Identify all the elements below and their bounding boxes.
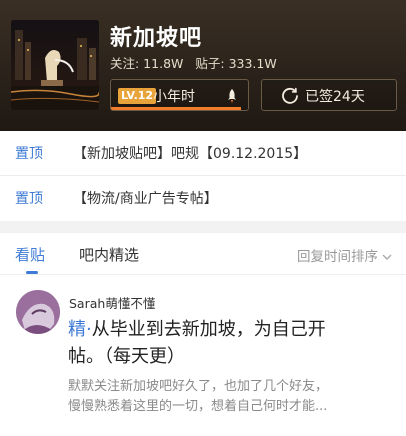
- rocket-icon: [228, 89, 236, 103]
- tab-posts[interactable]: 看贴: [15, 244, 45, 265]
- level-name: 小年时: [153, 89, 195, 105]
- forum-title: 新加坡吧: [110, 26, 203, 51]
- post-excerpt: 默默关注新加坡吧好久了，也加了几个好友， 慢慢熟悉着这里的一切，想着自己何时才能…: [68, 377, 398, 417]
- chevron-down-icon: [382, 254, 392, 260]
- section-gap: [0, 221, 406, 233]
- level-progress-bar: [111, 107, 242, 110]
- pinned-tag: 置顶: [15, 146, 43, 162]
- pinned-title: 【物流/商业广告专帖】: [73, 191, 218, 207]
- refresh-icon: [282, 87, 298, 104]
- tab-active-indicator: [26, 271, 38, 274]
- pinned-title: 【新加坡贴吧】吧规【09.12.2015】: [73, 146, 308, 162]
- featured-badge: 精: [68, 319, 86, 340]
- pinned-tag: 置顶: [15, 191, 43, 207]
- avatar[interactable]: [16, 290, 60, 334]
- followers-count: 关注: 11.8W: [110, 56, 184, 71]
- forum-stats: 关注: 11.8W 贴子: 333.1W: [110, 53, 277, 72]
- post-title[interactable]: 精·从毕业到去新加坡，为自己开 帖。（每天更）: [68, 316, 398, 370]
- sort-dropdown[interactable]: 回复时间排序: [297, 245, 392, 265]
- post-title-line-2: 帖。（每天更）: [68, 346, 185, 367]
- post-excerpt-line-2: 慢慢熟悉着这里的一切，想着自己何时才能...: [68, 399, 328, 414]
- pinned-post-1[interactable]: 置顶 【新加坡贴吧】吧规【09.12.2015】: [0, 131, 406, 174]
- forum-cover-image: [11, 20, 99, 110]
- tab-featured[interactable]: 吧内精选: [79, 244, 139, 265]
- sign-in-button[interactable]: 已签24天: [261, 79, 397, 111]
- posts-count: 贴子: 333.1W: [195, 56, 277, 71]
- pinned-post-2[interactable]: 置顶 【物流/商业广告专帖】: [0, 176, 406, 219]
- level-button[interactable]: LV.12 小年时: [110, 79, 249, 111]
- post-author[interactable]: Sarah萌懂不懂: [69, 293, 155, 312]
- post-title-line-1: 从毕业到去新加坡，为自己开: [91, 319, 326, 340]
- post-card[interactable]: Sarah萌懂不懂 精·从毕业到去新加坡，为自己开 帖。（每天更） 默默关注新加…: [0, 276, 406, 436]
- sort-label: 回复时间排序: [297, 249, 378, 265]
- level-badge: LV.12: [118, 88, 157, 104]
- sign-in-label: 已签24天: [305, 89, 365, 105]
- post-excerpt-line-1: 默默关注新加坡吧好久了，也加了几个好友，: [68, 379, 329, 394]
- feed-tabs: 看贴 吧内精选 回复时间排序: [0, 233, 406, 275]
- forum-header: 新加坡吧 关注: 11.8W 贴子: 333.1W LV.12 小年时 已签24天: [0, 0, 406, 131]
